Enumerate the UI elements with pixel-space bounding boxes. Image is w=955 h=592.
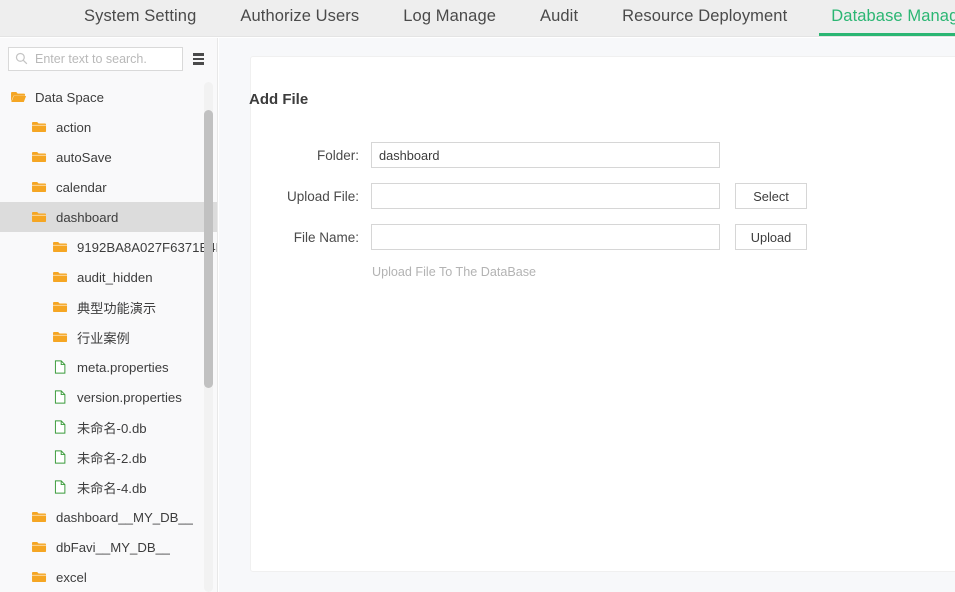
upload-button[interactable]: Upload bbox=[735, 224, 807, 250]
field-input-folder[interactable] bbox=[371, 142, 720, 168]
tree-item[interactable]: audit_hidden bbox=[0, 262, 217, 292]
file-icon bbox=[54, 360, 66, 374]
tab-database-manage[interactable]: Database Manage bbox=[809, 0, 955, 36]
tree-item-label: excel bbox=[56, 569, 87, 585]
folder-icon bbox=[32, 121, 47, 133]
field-input-uploadfile[interactable] bbox=[371, 183, 720, 209]
tree-item-label: Data Space bbox=[35, 89, 104, 105]
main-tab-bar: System Setting Authorize Users Log Manage A… bbox=[0, 0, 955, 37]
tree-item-label: action bbox=[56, 119, 92, 135]
folder-icon bbox=[53, 241, 68, 253]
tree-item[interactable]: action bbox=[0, 112, 217, 142]
folder-icon bbox=[32, 181, 47, 193]
tree-item-label: calendar bbox=[56, 179, 107, 195]
sidebar-scrollbar-track[interactable] bbox=[204, 82, 213, 592]
select-button[interactable]: Select bbox=[735, 183, 807, 209]
tab-system-setting[interactable]: System Setting bbox=[62, 0, 218, 36]
tree-item[interactable]: 典型功能演示 bbox=[0, 292, 217, 322]
tree-item-label: autoSave bbox=[56, 149, 112, 165]
tab-audit[interactable]: Audit bbox=[518, 0, 600, 36]
file-icon bbox=[54, 390, 66, 404]
form-row: Folder: bbox=[219, 142, 955, 168]
tree-item-label: 行业案例 bbox=[77, 330, 130, 346]
tree-item-label: dashboard bbox=[56, 209, 119, 225]
tree-item-label: version.properties bbox=[77, 389, 182, 405]
tree-item[interactable]: version.properties bbox=[0, 382, 217, 412]
folder-open-icon bbox=[11, 92, 27, 102]
tree-item[interactable]: dashboard bbox=[0, 202, 217, 232]
search-box[interactable] bbox=[8, 47, 183, 71]
tree-item[interactable]: 未命名-0.db bbox=[0, 412, 217, 442]
tab-resource-deployment[interactable]: Resource Deployment bbox=[600, 0, 809, 36]
sidebar-scrollbar-thumb[interactable] bbox=[204, 110, 213, 388]
hamburger-icon[interactable] bbox=[188, 48, 208, 70]
tree-item-label: 未命名-0.db bbox=[77, 420, 147, 436]
search-input[interactable] bbox=[33, 49, 178, 69]
main-content-area: Add File Folder: Upload File: Select File N… bbox=[219, 38, 955, 592]
field-label: Upload File: bbox=[286, 188, 359, 204]
tree-item-label: dashboard__MY_DB__ bbox=[56, 509, 194, 525]
folder-icon bbox=[53, 271, 68, 283]
tree-item[interactable]: 未命名-4.db bbox=[0, 472, 217, 502]
tree-item[interactable]: 行业案例 bbox=[0, 322, 217, 352]
folder-icon bbox=[32, 511, 47, 523]
tree-item[interactable]: dbFavi__MY_DB__ bbox=[0, 532, 217, 562]
sidebar-search-row bbox=[8, 45, 210, 73]
field-label: Folder: bbox=[316, 147, 359, 163]
file-icon bbox=[54, 450, 66, 464]
tree-item-label: 未命名-2.db bbox=[77, 450, 147, 466]
tree-item[interactable]: dashboard__MY_DB__ bbox=[0, 502, 217, 532]
tree-item-label: 9192BA8A027F6371B4ED bbox=[77, 239, 217, 255]
sidebar-panel: Data Space action autoSave calendar dashboar… bbox=[0, 38, 218, 592]
tree-item[interactable]: Data Space bbox=[0, 82, 217, 112]
folder-icon bbox=[32, 571, 47, 583]
field-label: File Name: bbox=[293, 229, 359, 245]
form-hint: Upload File To The DataBase bbox=[372, 265, 537, 279]
search-icon bbox=[15, 52, 28, 65]
page-title: Add File bbox=[249, 91, 309, 108]
folder-icon bbox=[53, 301, 68, 313]
tree-item[interactable]: 9192BA8A027F6371B4ED bbox=[0, 232, 217, 262]
folder-icon bbox=[32, 211, 47, 223]
file-tree[interactable]: Data Space action autoSave calendar dashboar… bbox=[0, 82, 217, 592]
field-input-filename[interactable] bbox=[371, 224, 720, 250]
tree-item-label: dbFavi__MY_DB__ bbox=[56, 539, 171, 555]
tree-item-label: audit_hidden bbox=[77, 269, 153, 285]
tree-item[interactable]: excel bbox=[0, 562, 217, 592]
add-file-form: Folder: Upload File: Select File Name: Uploa… bbox=[219, 142, 955, 279]
folder-icon bbox=[53, 331, 68, 343]
tree-item[interactable]: autoSave bbox=[0, 142, 217, 172]
tab-log-manage[interactable]: Log Manage bbox=[381, 0, 518, 36]
tree-item-label: meta.properties bbox=[77, 359, 169, 375]
form-row: Upload File: Select bbox=[219, 183, 955, 209]
file-icon bbox=[54, 480, 66, 494]
app-root: System Setting Authorize Users Log Manage A… bbox=[0, 0, 955, 592]
tree-item-label: 典型功能演示 bbox=[77, 300, 157, 316]
tree-item-label: 未命名-4.db bbox=[77, 480, 147, 496]
tree-item[interactable]: meta.properties bbox=[0, 352, 217, 382]
tab-authorize-users[interactable]: Authorize Users bbox=[218, 0, 381, 36]
tree-item[interactable]: calendar bbox=[0, 172, 217, 202]
folder-icon bbox=[32, 541, 47, 553]
folder-icon bbox=[32, 151, 47, 163]
file-icon bbox=[54, 420, 66, 434]
tree-item[interactable]: 未命名-2.db bbox=[0, 442, 217, 472]
form-row: File Name: Upload bbox=[219, 224, 955, 250]
add-file-card bbox=[250, 56, 955, 572]
